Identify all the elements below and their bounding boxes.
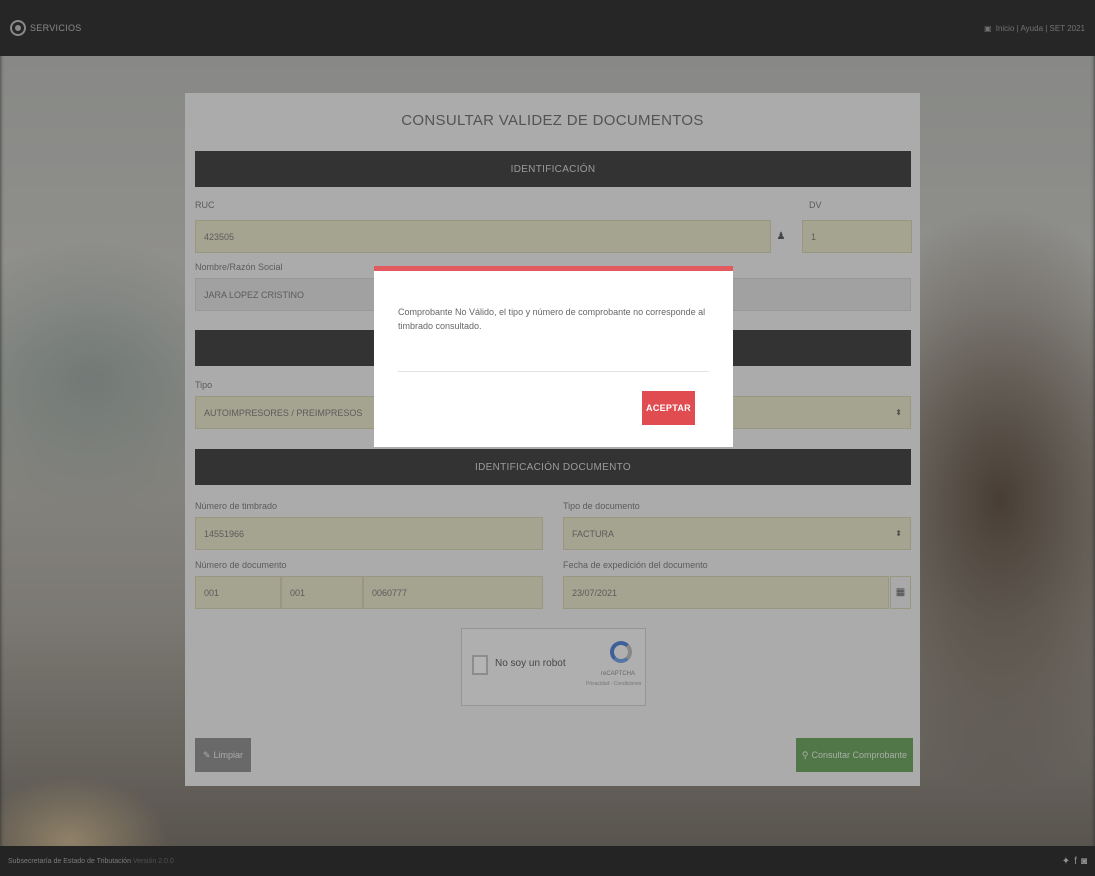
modal-divider — [398, 371, 709, 372]
accept-button[interactable]: ACEPTAR — [642, 391, 695, 425]
alert-modal: Comprobante No Válido, el tipo y número … — [374, 266, 733, 447]
modal-message: Comprobante No Válido, el tipo y número … — [398, 307, 706, 331]
